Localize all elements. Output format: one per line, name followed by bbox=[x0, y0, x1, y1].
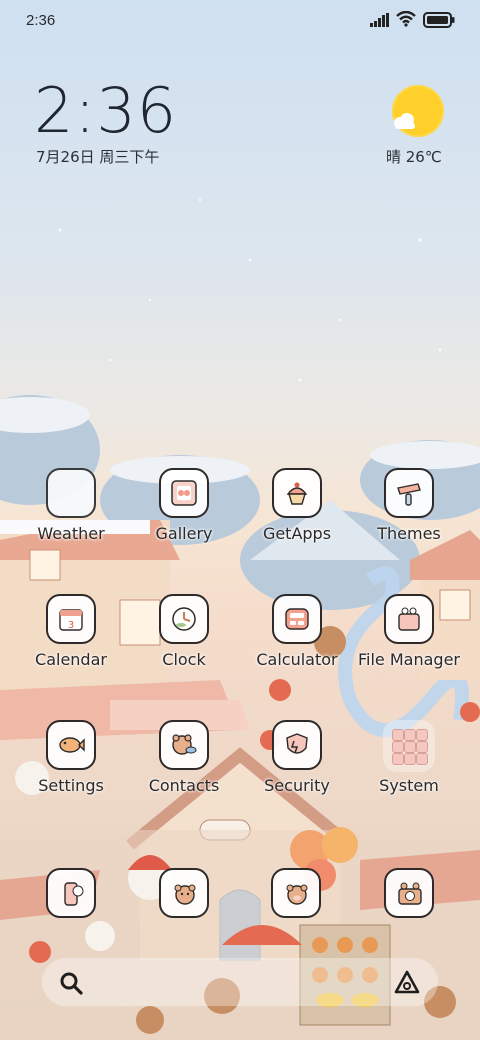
assistant-icon[interactable] bbox=[394, 970, 420, 994]
app-label: Contacts bbox=[148, 776, 220, 795]
app-settings[interactable]: Settings bbox=[17, 720, 127, 830]
folder-icon bbox=[383, 720, 435, 772]
app-clock[interactable]: Clock bbox=[130, 594, 240, 704]
clock-icon bbox=[159, 594, 209, 644]
app-system-folder[interactable]: System bbox=[355, 720, 465, 830]
app-file-manager[interactable]: File Manager bbox=[355, 594, 465, 704]
battery-icon bbox=[423, 12, 455, 28]
app-weather[interactable]: Weather bbox=[17, 468, 127, 578]
home-screen: 2:36 2:36 7月26日 周三下午 晴 26℃ Weather Galle… bbox=[0, 0, 480, 1040]
cellular-signal-icon bbox=[370, 13, 389, 27]
clock-widget-time[interactable]: 2:36 bbox=[34, 76, 177, 146]
security-icon bbox=[272, 720, 322, 770]
themes-icon bbox=[384, 468, 434, 518]
app-label: Calendar bbox=[35, 650, 107, 669]
browser-icon[interactable] bbox=[271, 868, 321, 918]
calendar-icon: 3 bbox=[46, 594, 96, 644]
gallery-icon bbox=[159, 468, 209, 518]
app-getapps[interactable]: GetApps bbox=[243, 468, 353, 578]
calendar-day: 3 bbox=[68, 620, 74, 631]
app-label: Clock bbox=[162, 650, 206, 669]
weather-icon bbox=[46, 468, 96, 518]
app-label: Gallery bbox=[155, 524, 213, 543]
status-bar: 2:36 bbox=[0, 0, 480, 42]
app-label: Settings bbox=[38, 776, 104, 795]
app-themes[interactable]: Themes bbox=[355, 468, 465, 578]
getapps-icon bbox=[272, 468, 322, 518]
app-calendar[interactable]: 3 Calendar bbox=[17, 594, 127, 704]
app-label: Security bbox=[264, 776, 330, 795]
wifi-icon bbox=[396, 11, 416, 27]
app-security[interactable]: Security bbox=[243, 720, 353, 830]
camera-icon[interactable] bbox=[384, 868, 434, 918]
search-bar[interactable] bbox=[42, 958, 438, 1006]
weather-widget-text: 晴 26℃ bbox=[386, 148, 442, 166]
app-label: System bbox=[379, 776, 439, 795]
app-label: Weather bbox=[37, 524, 105, 543]
contacts-icon bbox=[159, 720, 209, 770]
messaging-icon[interactable] bbox=[159, 868, 209, 918]
cloud-icon bbox=[394, 113, 415, 129]
app-label: File Manager bbox=[358, 650, 460, 669]
search-icon bbox=[60, 972, 83, 995]
file-manager-icon bbox=[384, 594, 434, 644]
calculator-icon bbox=[272, 594, 322, 644]
app-calculator[interactable]: Calculator bbox=[243, 594, 353, 704]
app-gallery[interactable]: Gallery bbox=[130, 468, 240, 578]
app-contacts[interactable]: Contacts bbox=[130, 720, 240, 830]
app-label: Themes bbox=[377, 524, 441, 543]
status-time: 2:36 bbox=[26, 12, 56, 29]
phone-icon[interactable] bbox=[46, 868, 96, 918]
app-label: Calculator bbox=[256, 650, 338, 669]
clock-widget-date: 7月26日 周三下午 bbox=[36, 148, 160, 166]
settings-icon bbox=[46, 720, 96, 770]
app-label: GetApps bbox=[262, 524, 332, 543]
